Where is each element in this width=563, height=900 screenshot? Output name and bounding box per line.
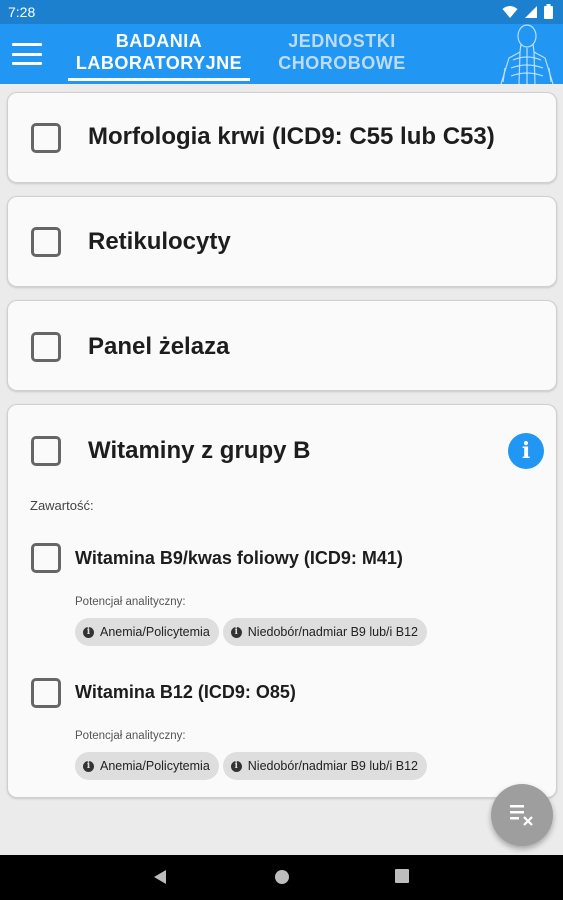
analytic-potential-label: Potencjał analityczny: [75,730,186,742]
chip-anemia[interactable]: i Anemia/Policytemia [75,618,219,646]
info-icon: i [230,760,242,772]
sub-test-checkbox[interactable] [31,543,61,573]
contents-label: Zawartość: [30,498,94,513]
test-checkbox[interactable] [31,123,61,153]
tab-label-line2: CHOROBOWE [278,53,406,73]
test-title: Panel żelaza [88,333,230,360]
anatomy-logo-icon [500,24,554,84]
home-icon[interactable] [274,869,290,885]
chip-label: Anemia/Policytemia [100,625,210,639]
chip-anemia[interactable]: i Anemia/Policytemia [75,752,219,780]
chip-label: Niedobór/nadmiar B9 lub/i B12 [247,625,419,639]
tab-label-line1: JEDNOSTKI [288,31,396,51]
test-title: Witaminy z grupy B [88,437,311,464]
test-checkbox[interactable] [31,332,61,362]
chip-b9-b12[interactable]: i Niedobór/nadmiar B9 lub/i B12 [222,618,428,646]
test-checkbox[interactable] [31,227,61,257]
chip-label: Anemia/Policytemia [100,759,210,773]
tab-label-line1: BADANIA [115,31,203,51]
test-card-b-vitamins[interactable]: Witaminy z grupy B i Zawartość: Witamina… [7,404,557,798]
active-tab-indicator [68,78,250,81]
clear-list-icon [510,805,533,826]
chip-group: i Anemia/Policytemia i Niedobór/nadmiar … [75,618,428,646]
system-nav-bar [0,855,563,900]
signal-icon [525,5,537,18]
sub-test-title: Witamina B9/kwas foliowy (ICD9: M41) [75,548,403,568]
analytic-potential-label: Potencjał analityczny: [75,596,186,608]
info-icon: i [230,626,242,638]
clear-selection-button[interactable] [491,784,553,846]
test-card-morphology[interactable]: Morfologia krwi (ICD9: C55 lub C53) [7,92,557,183]
chip-b9-b12[interactable]: i Niedobór/nadmiar B9 lub/i B12 [222,752,428,780]
sub-test-checkbox[interactable] [31,678,61,708]
chip-label: Niedobór/nadmiar B9 lub/i B12 [247,759,419,773]
chip-group: i Anemia/Policytemia i Niedobór/nadmiar … [75,752,428,780]
battery-icon [544,4,553,19]
info-icon: i [83,626,94,638]
test-title: Retikulocyty [88,228,231,255]
sub-test-title: Witamina B12 (ICD9: O85) [75,682,296,702]
wifi-icon [502,5,518,18]
hamburger-menu-icon[interactable] [12,40,42,68]
info-icon[interactable]: i [508,433,544,469]
back-icon[interactable] [153,869,167,885]
tab-label-line2: LABORATORYJNE [75,53,243,73]
tab-disease-units[interactable]: JEDNOSTKI CHOROBOWE [268,30,416,74]
app-bar: BADANIA LABORATORYJNE JEDNOSTKI CHOROBOW… [0,24,563,84]
info-icon: i [83,760,94,772]
status-time: 7:28 [8,4,36,20]
test-card-reticulocytes[interactable]: Retikulocyty [7,196,557,287]
test-card-iron-panel[interactable]: Panel żelaza [7,300,557,391]
status-bar: 7:28 [0,0,563,24]
test-title: Morfologia krwi (ICD9: C55 lub C53) [88,123,495,150]
status-icons [502,4,553,19]
tab-laboratory-tests[interactable]: BADANIA LABORATORYJNE [66,30,252,74]
test-checkbox[interactable] [31,436,61,466]
recents-icon[interactable] [395,869,409,883]
